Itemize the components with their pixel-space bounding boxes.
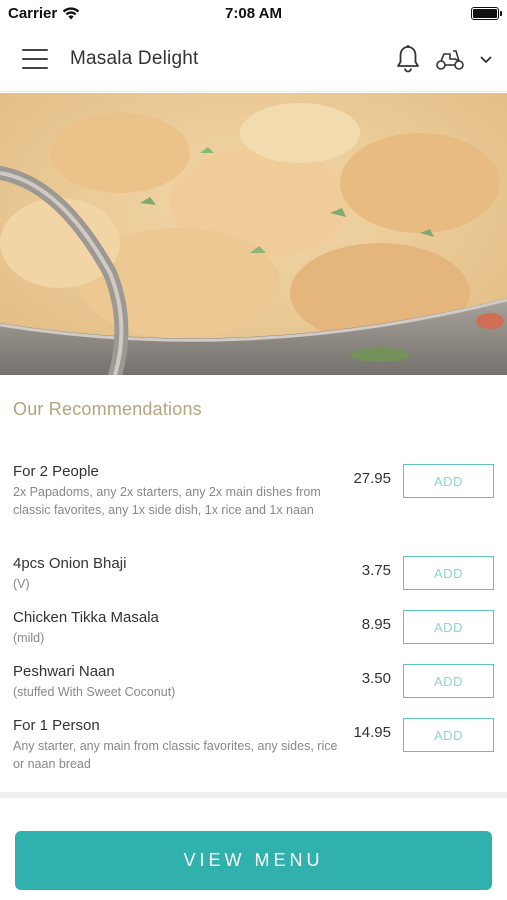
chevron-down-icon[interactable] — [479, 54, 493, 64]
divider — [0, 792, 507, 798]
item-text: Chicken Tikka Masala (mild) — [13, 608, 343, 662]
add-button[interactable]: ADD — [403, 610, 494, 644]
list-item: Chicken Tikka Masala (mild) 8.95 ADD — [0, 608, 507, 662]
item-price: 3.50 — [361, 670, 391, 687]
add-button[interactable]: ADD — [403, 718, 494, 752]
hero-image — [0, 93, 507, 375]
menu-icon[interactable] — [22, 48, 48, 69]
status-left: Carrier — [8, 5, 80, 22]
item-name: 4pcs Onion Bhaji — [13, 555, 127, 572]
item-description: 2x Papadoms, any 2x starters, any 2x mai… — [13, 485, 321, 517]
item-description: (stuffed With Sweet Coconut) — [13, 685, 176, 699]
scooter-icon[interactable] — [435, 47, 465, 71]
carrier-label: Carrier — [8, 4, 58, 22]
item-name: For 2 People — [13, 463, 99, 480]
bell-icon[interactable] — [395, 44, 421, 74]
list-item: 4pcs Onion Bhaji (V) 3.75 ADD — [0, 554, 507, 608]
header-actions — [395, 44, 493, 74]
list-item: Peshwari Naan (stuffed With Sweet Coconu… — [0, 662, 507, 716]
item-text: Peshwari Naan (stuffed With Sweet Coconu… — [13, 662, 343, 716]
view-menu-button[interactable]: VIEW MENU — [15, 831, 492, 890]
item-name: Peshwari Naan — [13, 663, 115, 680]
list-item: For 1 Person Any starter, any main from … — [0, 716, 507, 788]
item-text: For 2 People 2x Papadoms, any 2x starter… — [13, 462, 343, 554]
list-item: For 2 People 2x Papadoms, any 2x starter… — [0, 462, 507, 554]
add-button[interactable]: ADD — [403, 556, 494, 590]
item-price: 27.95 — [353, 470, 391, 487]
recommendation-list: For 2 People 2x Papadoms, any 2x starter… — [0, 462, 507, 788]
item-description: (V) — [13, 577, 30, 591]
item-text: For 1 Person Any starter, any main from … — [13, 716, 343, 788]
item-name: For 1 Person — [13, 717, 100, 734]
section-title: Our Recommendations — [13, 399, 202, 419]
item-price: 3.75 — [361, 562, 391, 579]
status-bar: Carrier 7:08 AM — [0, 0, 507, 26]
curry-dish-illustration — [0, 93, 507, 375]
add-button[interactable]: ADD — [403, 664, 494, 698]
add-button[interactable]: ADD — [403, 464, 494, 498]
app-header: Masala Delight — [0, 26, 507, 92]
item-price: 14.95 — [353, 724, 391, 741]
item-description: (mild) — [13, 631, 45, 645]
wifi-icon — [63, 6, 80, 19]
item-name: Chicken Tikka Masala — [13, 609, 159, 626]
item-description: Any starter, any main from classic favor… — [13, 739, 338, 771]
item-price: 8.95 — [361, 616, 391, 633]
item-text: 4pcs Onion Bhaji (V) — [13, 554, 343, 608]
page-title: Masala Delight — [70, 47, 199, 69]
battery-icon — [471, 6, 502, 20]
